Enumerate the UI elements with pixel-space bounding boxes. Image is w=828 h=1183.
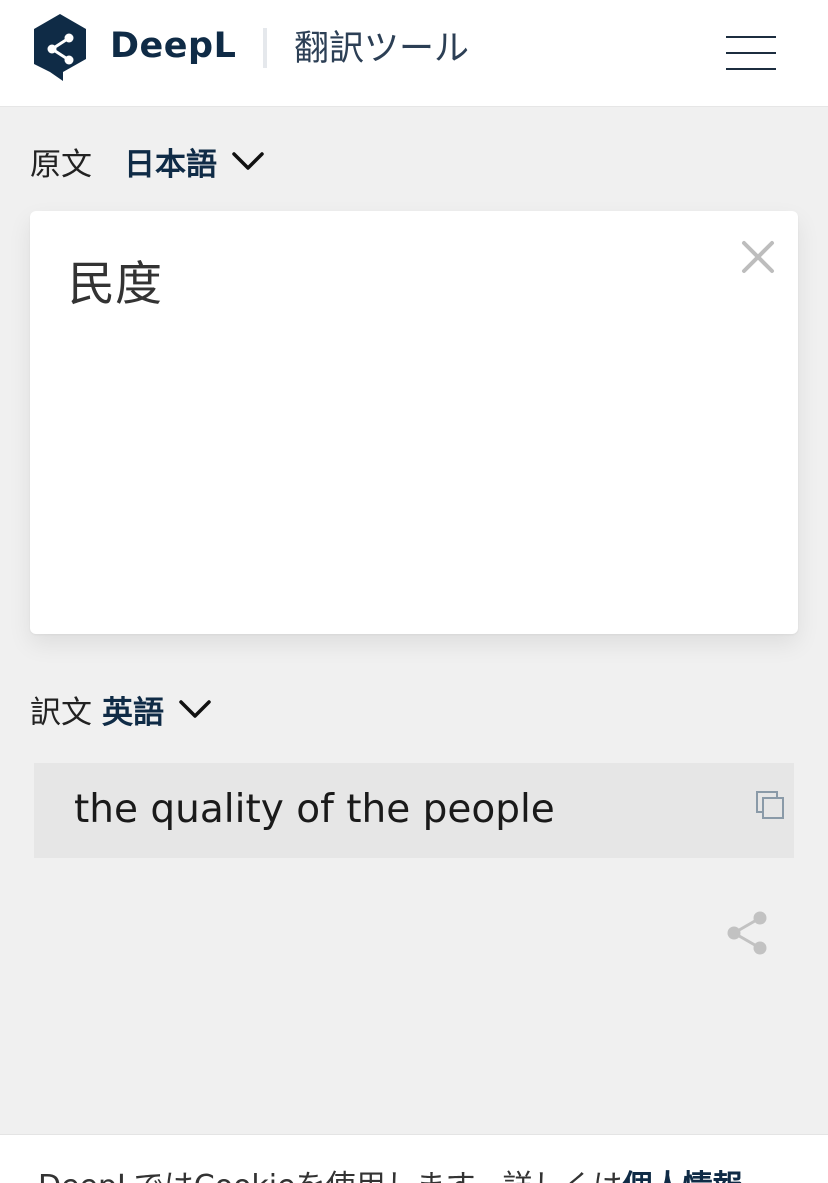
close-icon[interactable]: [738, 237, 778, 277]
privacy-link[interactable]: 個人情報: [623, 1169, 743, 1183]
target-label: 訳文: [30, 694, 92, 731]
app-header: DeepL 翻訳ツール: [0, 0, 828, 107]
page-title: 翻訳ツール: [294, 29, 470, 69]
copy-icon[interactable]: [754, 789, 786, 821]
chevron-down-icon[interactable]: [178, 699, 212, 719]
cookie-banner: DeepLではCookieを使用します。詳しくは個人情報: [0, 1134, 828, 1183]
cookie-text: DeepLではCookieを使用します。詳しくは個人情報: [38, 1161, 743, 1183]
header-divider: [263, 28, 267, 68]
source-language[interactable]: 日本語: [124, 139, 217, 184]
translation-output: the quality of the people: [34, 763, 794, 858]
translation-text: the quality of the people: [74, 787, 555, 832]
source-textarea[interactable]: 民度: [30, 211, 798, 634]
source-text[interactable]: 民度: [68, 245, 162, 314]
source-language-selector[interactable]: 原文 日本語: [30, 136, 265, 186]
hamburger-icon: [726, 36, 776, 38]
share-icon[interactable]: [724, 908, 770, 958]
source-label: 原文: [30, 146, 92, 183]
deepl-logo-icon[interactable]: [30, 12, 90, 82]
target-language-selector[interactable]: 訳文 英語: [30, 684, 212, 734]
target-language[interactable]: 英語: [102, 687, 164, 732]
cookie-message: DeepLではCookieを使用します。詳しくは: [38, 1169, 623, 1183]
brand-name[interactable]: DeepL: [110, 26, 236, 66]
menu-button[interactable]: [722, 30, 780, 76]
chevron-down-icon[interactable]: [231, 151, 265, 171]
